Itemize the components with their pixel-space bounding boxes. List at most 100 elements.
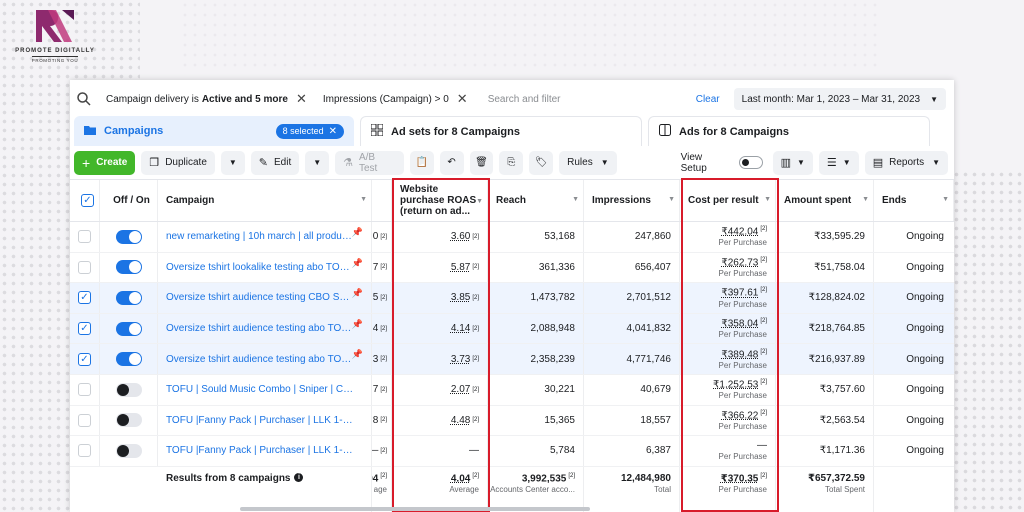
campaign-status-toggle[interactable] xyxy=(115,382,142,397)
pin-icon[interactable]: 📌 xyxy=(352,227,363,238)
clear-filters-link[interactable]: Clear xyxy=(696,94,720,105)
campaign-name-link[interactable]: Oversize tshirt audience testing CBO SCA… xyxy=(166,292,354,303)
view-setup-switch[interactable] xyxy=(738,156,763,169)
header-amount-spent[interactable]: Amount spent ▼ xyxy=(776,180,874,221)
select-all-checkbox[interactable]: ✓ xyxy=(81,194,94,207)
roas-value[interactable]: 3.73 xyxy=(451,354,470,365)
row-checkbox[interactable]: ✓ xyxy=(78,322,91,336)
preview-button[interactable]: ⎘ xyxy=(499,150,524,175)
table-row[interactable]: TOFU | Sould Music Combo | Sniper | CPR … xyxy=(70,374,954,406)
roas-value[interactable]: — xyxy=(469,445,479,456)
table-row[interactable]: new remarketing | 10h march | all produc… xyxy=(70,222,954,253)
search-icon[interactable] xyxy=(76,91,92,107)
campaign-name-link[interactable]: TOFU |Fanny Pack | Purchaser | LLK 1-5% … xyxy=(166,415,354,426)
partial-column-cell: 5 [2] xyxy=(372,283,392,313)
campaign-name-link[interactable]: Oversize tshirt audience testing abo TOF… xyxy=(166,354,354,365)
campaign-status-toggle[interactable] xyxy=(115,229,142,244)
duplicate-dropdown-button[interactable]: ▼ xyxy=(220,150,245,175)
create-button[interactable]: + Create xyxy=(74,150,136,175)
header-cost-per-result[interactable]: Cost per result ▼ xyxy=(680,180,776,221)
clipboard-button[interactable]: 📋 xyxy=(409,150,434,175)
tab-campaigns[interactable]: Campaigns 8 selected ✕ xyxy=(74,116,354,146)
view-setup-toggle[interactable]: View Setup xyxy=(681,152,763,174)
roas-value[interactable]: 4.14 xyxy=(451,323,470,334)
campaign-name-link[interactable]: TOFU |Fanny Pack | Purchaser | LLK 1-5% … xyxy=(166,445,354,456)
header-reach[interactable]: Reach ▼ xyxy=(488,180,584,221)
cost-per-result-value[interactable]: ₹397.61 xyxy=(721,288,758,299)
table-row[interactable]: ✓ Oversize tshirt audience testing CBO SC… xyxy=(70,283,954,314)
campaign-name-link[interactable]: TOFU | Sould Music Combo | Sniper | CPR … xyxy=(166,384,354,395)
cost-per-result-value[interactable]: ₹389.48 xyxy=(721,349,758,360)
row-checkbox[interactable]: ✓ xyxy=(78,352,91,366)
roas-value[interactable]: 3.85 xyxy=(451,292,470,303)
filter-chip-impressions[interactable]: Impressions (Campaign) > 0 ✕ xyxy=(317,89,474,109)
tab-ads[interactable]: Ads for 8 Campaigns xyxy=(648,116,930,146)
pin-icon[interactable]: 📌 xyxy=(352,349,363,360)
ends-value: Ongoing xyxy=(906,292,944,304)
campaign-status-toggle[interactable] xyxy=(115,260,142,275)
totals-roas-value[interactable]: 4.04 xyxy=(451,473,470,484)
totals-cpr-value[interactable]: ₹370.35 xyxy=(721,473,759,484)
table-row[interactable]: ✓ Oversize tshirt audience testing abo TO… xyxy=(70,344,954,375)
campaign-status-toggle[interactable] xyxy=(115,443,142,458)
cost-per-result-value[interactable]: — xyxy=(757,440,767,451)
roas-value[interactable]: 2.07 xyxy=(451,384,470,395)
cost-per-result-value[interactable]: ₹1,252.53 xyxy=(713,379,758,390)
campaign-name-link[interactable]: Oversize tshirt audience testing abo TOF… xyxy=(166,323,354,334)
header-roas[interactable]: Website purchase ROAS (return on ad... ▼ xyxy=(392,180,488,221)
campaign-status-toggle[interactable] xyxy=(115,413,142,428)
reports-button[interactable]: ▤ Reports ▼ xyxy=(864,150,949,175)
pin-icon[interactable]: 📌 xyxy=(352,288,363,299)
row-checkbox[interactable] xyxy=(78,444,91,458)
campaign-status-toggle[interactable] xyxy=(115,321,142,336)
campaign-name-link[interactable]: new remarketing | 10h march | all produc… xyxy=(166,231,354,242)
header-off-on[interactable]: Off / On xyxy=(100,180,158,221)
row-checkbox[interactable]: ✓ xyxy=(78,291,91,305)
row-checkbox[interactable] xyxy=(78,383,91,397)
cost-per-result-value[interactable]: ₹442.04 xyxy=(721,226,758,237)
ab-test-button[interactable]: ⚗ A/B Test xyxy=(335,150,404,175)
flask-icon: ⚗ xyxy=(343,157,353,169)
close-icon[interactable]: ✕ xyxy=(296,91,307,107)
roas-cell: 3.73 [2] xyxy=(392,344,488,374)
table-row[interactable]: Oversize tshirt lookalike testing abo TO… xyxy=(70,252,954,284)
horizontal-scrollbar[interactable] xyxy=(240,507,590,511)
delete-button[interactable]: 🗑 xyxy=(469,150,494,175)
table-row[interactable]: TOFU |Fanny Pack | Purchaser | LLK 1-5% … xyxy=(70,436,954,467)
selected-count-badge[interactable]: 8 selected ✕ xyxy=(275,123,344,139)
close-icon[interactable]: ✕ xyxy=(329,126,337,137)
roas-value[interactable]: 4.48 xyxy=(451,415,470,426)
info-icon[interactable]: i xyxy=(294,472,304,482)
pin-icon[interactable]: 📌 xyxy=(352,258,363,269)
undo-button[interactable]: ↶ xyxy=(439,150,464,175)
header-ends[interactable]: Ends ▼ xyxy=(874,180,954,221)
tab-ad-sets[interactable]: Ad sets for 8 Campaigns xyxy=(360,116,642,146)
cost-per-result-value[interactable]: ₹366.22 xyxy=(721,410,758,421)
roas-value[interactable]: 5.87 xyxy=(451,262,470,273)
columns-button[interactable]: ▥ ▼ xyxy=(772,150,813,175)
cost-per-result-value[interactable]: ₹358.04 xyxy=(721,318,758,329)
campaign-status-toggle[interactable] xyxy=(115,352,142,367)
campaign-status-toggle[interactable] xyxy=(115,290,142,305)
header-campaign[interactable]: Campaign ▼ xyxy=(158,180,372,221)
search-filter-input[interactable]: Search and filter xyxy=(488,94,696,105)
header-impressions[interactable]: Impressions ▼ xyxy=(584,180,680,221)
close-icon[interactable]: ✕ xyxy=(457,91,468,107)
table-row[interactable]: TOFU |Fanny Pack | Purchaser | LLK 1-5% … xyxy=(70,405,954,437)
cost-per-result-value[interactable]: ₹262.73 xyxy=(721,257,758,268)
tag-button[interactable]: 🏷 xyxy=(529,150,554,175)
edit-dropdown-button[interactable]: ▼ xyxy=(305,150,330,175)
row-checkbox[interactable] xyxy=(78,230,91,244)
row-checkbox[interactable] xyxy=(78,413,91,427)
breakdown-button[interactable]: ☰ ▼ xyxy=(818,150,859,175)
rules-button[interactable]: Rules ▼ xyxy=(559,150,617,175)
campaign-name-link[interactable]: Oversize tshirt lookalike testing abo TO… xyxy=(166,262,354,273)
edit-button[interactable]: ✎ Edit xyxy=(250,150,300,175)
duplicate-button[interactable]: ❐ Duplicate xyxy=(141,150,215,175)
filter-chip-delivery[interactable]: Campaign delivery is Active and 5 more ✕ xyxy=(100,89,313,109)
pin-icon[interactable]: 📌 xyxy=(352,319,363,330)
row-checkbox[interactable] xyxy=(78,260,91,274)
table-row[interactable]: ✓ Oversize tshirt audience testing abo TO… xyxy=(70,313,954,345)
date-range-picker[interactable]: Last month: Mar 1, 2023 – Mar 31, 2023 ▼ xyxy=(733,88,946,110)
roas-value[interactable]: 3.60 xyxy=(451,231,470,242)
